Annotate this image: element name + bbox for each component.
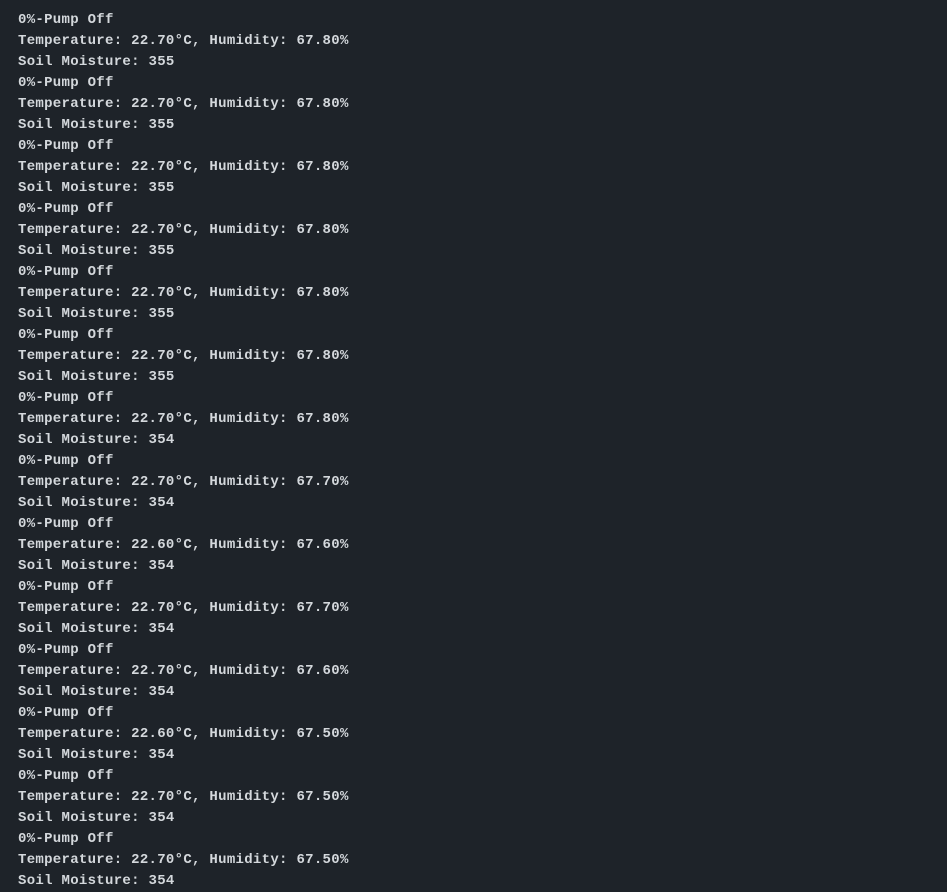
pump-status-line: 0%-Pump Off — [18, 577, 929, 598]
soil-moisture-line: Soil Moisture: 355 — [18, 241, 929, 262]
temperature-humidity-line: Temperature: 22.70°C, Humidity: 67.70% — [18, 472, 929, 493]
soil-moisture-line: Soil Moisture: 354 — [18, 871, 929, 892]
pump-status-line: 0%-Pump Off — [18, 451, 929, 472]
temperature-humidity-line: Temperature: 22.70°C, Humidity: 67.80% — [18, 409, 929, 430]
temperature-humidity-line: Temperature: 22.70°C, Humidity: 67.80% — [18, 157, 929, 178]
soil-moisture-line: Soil Moisture: 354 — [18, 493, 929, 514]
temperature-humidity-line: Temperature: 22.70°C, Humidity: 67.80% — [18, 220, 929, 241]
pump-status-line: 0%-Pump Off — [18, 514, 929, 535]
temperature-humidity-line: Temperature: 22.70°C, Humidity: 67.70% — [18, 598, 929, 619]
pump-status-line: 0%-Pump Off — [18, 766, 929, 787]
temperature-humidity-line: Temperature: 22.70°C, Humidity: 67.80% — [18, 31, 929, 52]
soil-moisture-line: Soil Moisture: 355 — [18, 178, 929, 199]
pump-status-line: 0%-Pump Off — [18, 262, 929, 283]
soil-moisture-line: Soil Moisture: 354 — [18, 556, 929, 577]
temperature-humidity-line: Temperature: 22.70°C, Humidity: 67.80% — [18, 346, 929, 367]
soil-moisture-line: Soil Moisture: 354 — [18, 745, 929, 766]
terminal-output[interactable]: 0%-Pump OffTemperature: 22.70°C, Humidit… — [18, 10, 929, 892]
pump-status-line: 0%-Pump Off — [18, 703, 929, 724]
soil-moisture-line: Soil Moisture: 354 — [18, 619, 929, 640]
soil-moisture-line: Soil Moisture: 354 — [18, 808, 929, 829]
temperature-humidity-line: Temperature: 22.70°C, Humidity: 67.80% — [18, 94, 929, 115]
soil-moisture-line: Soil Moisture: 354 — [18, 430, 929, 451]
soil-moisture-line: Soil Moisture: 355 — [18, 115, 929, 136]
temperature-humidity-line: Temperature: 22.60°C, Humidity: 67.50% — [18, 724, 929, 745]
temperature-humidity-line: Temperature: 22.70°C, Humidity: 67.50% — [18, 787, 929, 808]
soil-moisture-line: Soil Moisture: 354 — [18, 682, 929, 703]
pump-status-line: 0%-Pump Off — [18, 829, 929, 850]
temperature-humidity-line: Temperature: 22.70°C, Humidity: 67.80% — [18, 283, 929, 304]
pump-status-line: 0%-Pump Off — [18, 10, 929, 31]
pump-status-line: 0%-Pump Off — [18, 73, 929, 94]
temperature-humidity-line: Temperature: 22.70°C, Humidity: 67.50% — [18, 850, 929, 871]
soil-moisture-line: Soil Moisture: 355 — [18, 52, 929, 73]
soil-moisture-line: Soil Moisture: 355 — [18, 367, 929, 388]
pump-status-line: 0%-Pump Off — [18, 136, 929, 157]
pump-status-line: 0%-Pump Off — [18, 388, 929, 409]
pump-status-line: 0%-Pump Off — [18, 640, 929, 661]
pump-status-line: 0%-Pump Off — [18, 199, 929, 220]
temperature-humidity-line: Temperature: 22.60°C, Humidity: 67.60% — [18, 535, 929, 556]
temperature-humidity-line: Temperature: 22.70°C, Humidity: 67.60% — [18, 661, 929, 682]
pump-status-line: 0%-Pump Off — [18, 325, 929, 346]
soil-moisture-line: Soil Moisture: 355 — [18, 304, 929, 325]
